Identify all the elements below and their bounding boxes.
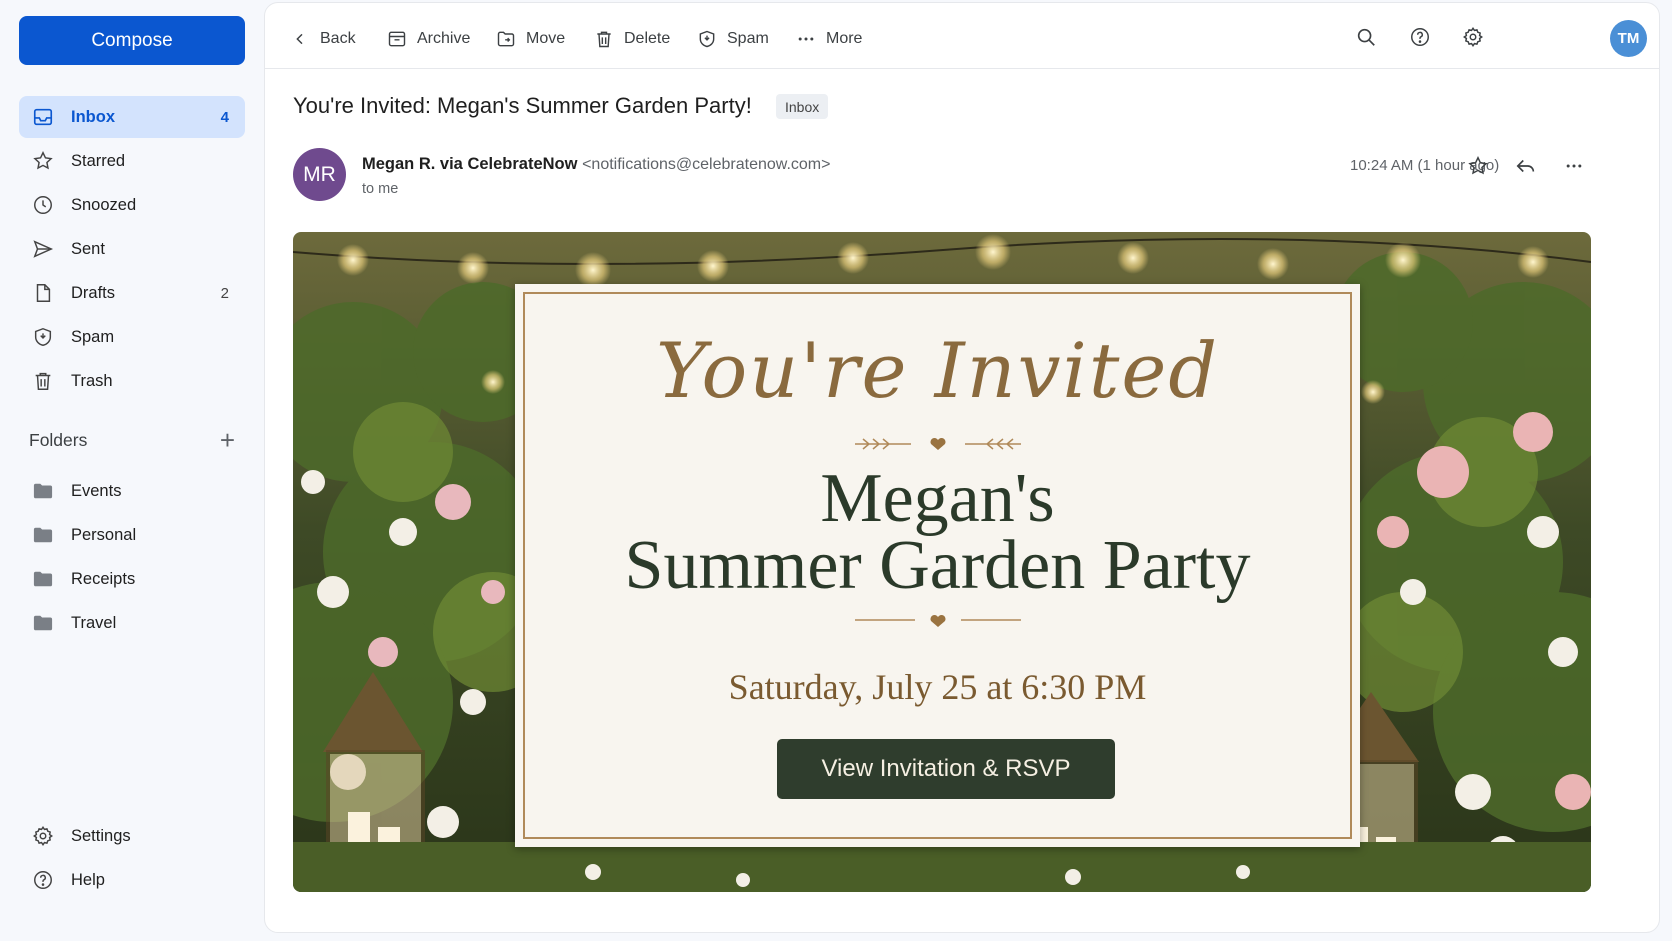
shield-icon [31, 325, 55, 349]
sidebar-item-label: Inbox [71, 107, 115, 126]
draft-count: 2 [220, 284, 229, 302]
sender-name[interactable]: Megan R. via CelebrateNow [362, 155, 577, 173]
arrow-heart-ornament [515, 434, 1360, 454]
sidebar-item-label: Receipts [71, 569, 136, 588]
inbox-icon [31, 105, 55, 129]
sidebar-item-label: Help [71, 870, 105, 889]
sidebar-item-sent[interactable]: Sent [19, 228, 245, 270]
sidebar: Compose Inbox 4 Starred Snoozed Sent Dra… [0, 0, 262, 941]
shield-icon [696, 28, 718, 50]
clock-icon [31, 193, 55, 217]
reply-icon[interactable] [1511, 151, 1541, 181]
archive-button[interactable]: Archive [386, 25, 470, 53]
star-icon[interactable] [1463, 151, 1493, 181]
sender-email: <notifications@celebratenow.com> [582, 156, 831, 173]
sidebar-item-trash[interactable]: Trash [19, 360, 245, 402]
sidebar-item-label: Starred [71, 151, 126, 170]
folder-icon [31, 611, 55, 635]
sidebar-item-spam[interactable]: Spam [19, 316, 245, 358]
sidebar-item-starred[interactable]: Starred [19, 140, 245, 182]
sidebar-bottom: Settings Help [19, 815, 245, 903]
help-icon [31, 868, 55, 892]
recipient-line[interactable]: to me [362, 181, 398, 197]
archive-label: Archive [417, 30, 471, 47]
sidebar-item-label: Travel [71, 613, 117, 632]
label-chip[interactable]: Inbox [776, 94, 829, 119]
folders-header: Folders + [29, 426, 235, 454]
move-label: Move [526, 30, 566, 47]
unread-count: 4 [220, 108, 229, 126]
chevron-left-icon [289, 28, 311, 50]
gear-icon [31, 824, 55, 848]
spam-button[interactable]: Spam [696, 25, 769, 53]
help-icon[interactable] [1402, 19, 1438, 55]
delete-label: Delete [624, 30, 671, 47]
invitation-host-name: Megan's [820, 460, 1055, 537]
view-invitation-rsvp-button[interactable]: View Invitation & RSVP [777, 739, 1115, 799]
sidebar-item-label: Sent [71, 239, 105, 258]
sidebar-item-travel[interactable]: Travel [19, 602, 245, 644]
sidebar-item-inbox[interactable]: Inbox 4 [19, 96, 245, 138]
spam-label: Spam [727, 30, 769, 47]
archive-icon [386, 28, 408, 50]
send-icon [31, 237, 55, 261]
message-toolbar: Back Archive Move Delete Spam More TM [265, 3, 1659, 69]
folder-icon [31, 479, 55, 503]
heart-divider [515, 610, 1360, 630]
trash-icon [593, 28, 615, 50]
message-pane: Back Archive Move Delete Spam More TM Yo… [264, 2, 1660, 933]
sidebar-item-label: Drafts [71, 283, 116, 302]
invitation-card: You're Invited Megan's Summer Garden Par… [293, 232, 1591, 892]
compose-button[interactable]: Compose [19, 16, 245, 65]
sidebar-item-help[interactable]: Help [19, 859, 245, 901]
sidebar-item-snoozed[interactable]: Snoozed [19, 184, 245, 226]
more-button[interactable]: More [795, 25, 862, 53]
add-folder-icon[interactable]: + [220, 427, 235, 453]
file-icon [31, 281, 55, 305]
sidebar-item-label: Events [71, 481, 122, 500]
sidebar-item-drafts[interactable]: Drafts 2 [19, 272, 245, 314]
delete-button[interactable]: Delete [593, 25, 670, 53]
folder-list: Events Personal Receipts Travel [19, 470, 245, 646]
folder-icon [31, 523, 55, 547]
sidebar-item-label: Personal [71, 525, 137, 544]
search-icon[interactable] [1348, 19, 1384, 55]
sidebar-item-label: Spam [71, 327, 115, 346]
account-avatar[interactable]: TM [1610, 20, 1647, 57]
folder-move-icon [495, 28, 517, 50]
sender-avatar: MR [293, 148, 346, 201]
trash-icon [31, 369, 55, 393]
gear-icon[interactable] [1455, 19, 1491, 55]
more-vertical-icon[interactable] [1559, 151, 1589, 181]
invitation-event-title: Summer Garden Party [624, 527, 1251, 604]
back-button[interactable]: Back [289, 25, 356, 53]
mailbox-nav: Inbox 4 Starred Snoozed Sent Drafts 2 Sp… [19, 96, 245, 404]
invitation-script-heading: You're Invited [655, 326, 1219, 415]
invitation-date: Saturday, July 25 at 6:30 PM [728, 667, 1147, 707]
invitation-paper: You're Invited Megan's Summer Garden Par… [515, 284, 1360, 847]
sidebar-item-label: Trash [71, 371, 113, 390]
folders-label: Folders [29, 429, 88, 450]
star-icon [31, 149, 55, 173]
more-label: More [826, 30, 863, 47]
more-horizontal-icon [795, 28, 817, 50]
folder-icon [31, 567, 55, 591]
sidebar-item-personal[interactable]: Personal [19, 514, 245, 556]
email-subject: You're Invited: Megan's Summer Garden Pa… [293, 93, 752, 118]
sidebar-item-label: Settings [71, 826, 131, 845]
sidebar-item-receipts[interactable]: Receipts [19, 558, 245, 600]
move-button[interactable]: Move [495, 25, 565, 53]
sidebar-item-label: Snoozed [71, 195, 137, 214]
back-label: Back [320, 30, 356, 47]
sender-line: Megan R. via CelebrateNow <notifications… [362, 155, 830, 174]
sidebar-item-settings[interactable]: Settings [19, 815, 245, 857]
sidebar-item-events[interactable]: Events [19, 470, 245, 512]
